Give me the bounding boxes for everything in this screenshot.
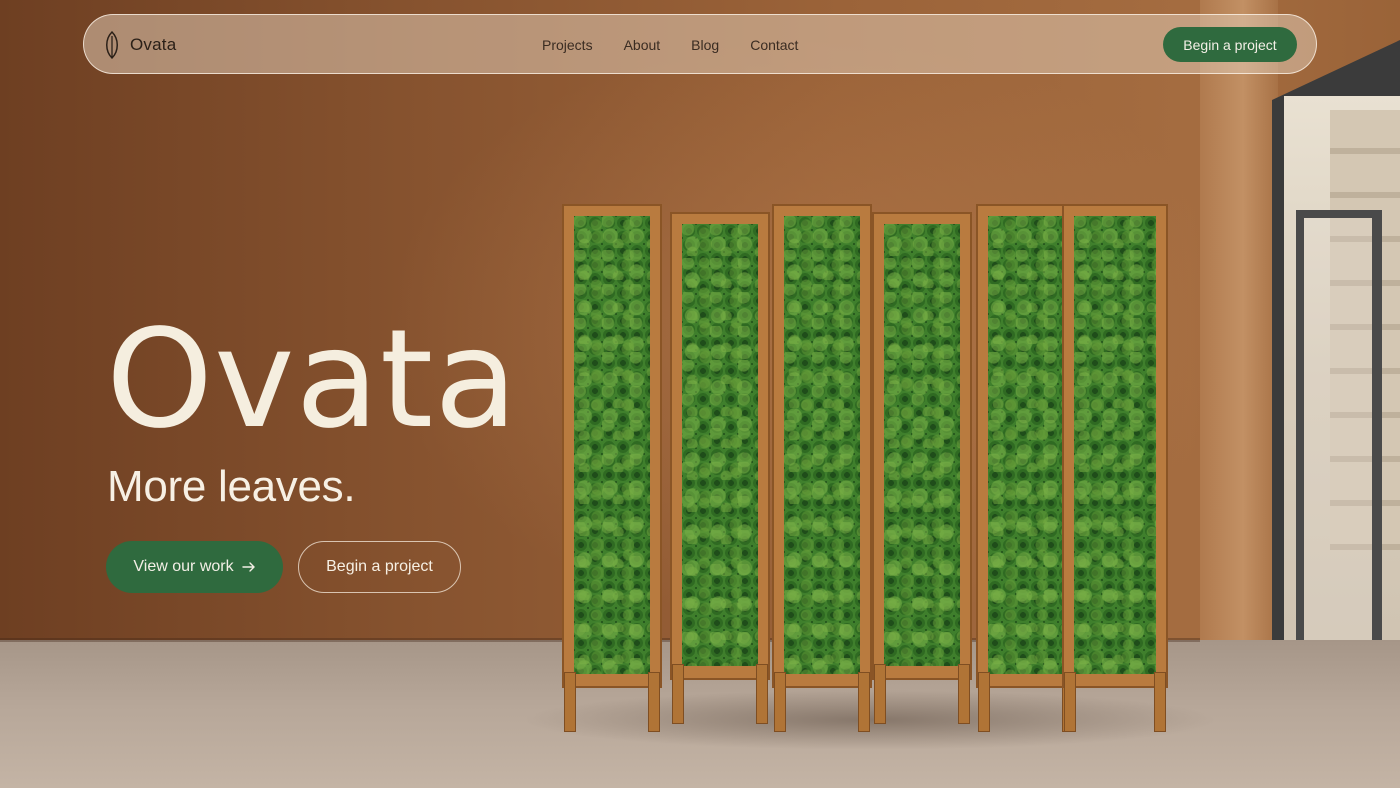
panel-leg: [874, 664, 886, 724]
panel-leg: [1064, 672, 1076, 732]
hero-title: Ovata: [106, 301, 519, 459]
panel-moss: [682, 224, 758, 666]
panel-leg: [756, 664, 768, 724]
glass-door: [1296, 210, 1382, 660]
hero-subtitle: More leaves.: [107, 462, 356, 511]
panel-leg: [1154, 672, 1166, 732]
panel-leg: [858, 672, 870, 732]
brand-logo-link[interactable]: Ovata: [102, 30, 176, 60]
nav-link-projects[interactable]: Projects: [542, 34, 593, 56]
panel-moss: [784, 216, 860, 674]
moss-panel: [1062, 196, 1168, 732]
moss-panel: [772, 196, 872, 732]
moss-panel: [670, 204, 770, 724]
top-navbar: Ovata Projects About Blog Contact Begin …: [83, 14, 1317, 74]
hero-begin-project-button[interactable]: Begin a project: [298, 541, 461, 593]
wall-corner: [1200, 0, 1278, 655]
panel-moss: [988, 216, 1064, 674]
leaf-icon: [106, 30, 118, 60]
moss-panel: [976, 196, 1076, 732]
panel-leg: [672, 664, 684, 724]
panel-moss: [1074, 216, 1156, 674]
view-our-work-label: View our work: [133, 558, 234, 575]
panel-leg: [774, 672, 786, 732]
moss-panel: [872, 204, 972, 724]
arrow-right-icon: [241, 562, 255, 572]
nav-link-blog[interactable]: Blog: [691, 34, 719, 56]
panel-moss: [574, 216, 650, 674]
moss-panel: [562, 196, 662, 732]
nav-link-contact[interactable]: Contact: [750, 34, 798, 56]
view-our-work-button[interactable]: View our work: [106, 541, 283, 593]
nav-links: Projects About Blog Contact: [542, 34, 798, 56]
panel-leg: [958, 664, 970, 724]
nav-begin-project-button[interactable]: Begin a project: [1163, 27, 1297, 62]
panel-leg: [978, 672, 990, 732]
nav-link-about[interactable]: About: [624, 34, 661, 56]
panel-leg: [564, 672, 576, 732]
panel-moss: [884, 224, 960, 666]
moss-folding-screen: [562, 196, 1174, 732]
brand-name: Ovata: [130, 35, 177, 54]
panel-leg: [648, 672, 660, 732]
